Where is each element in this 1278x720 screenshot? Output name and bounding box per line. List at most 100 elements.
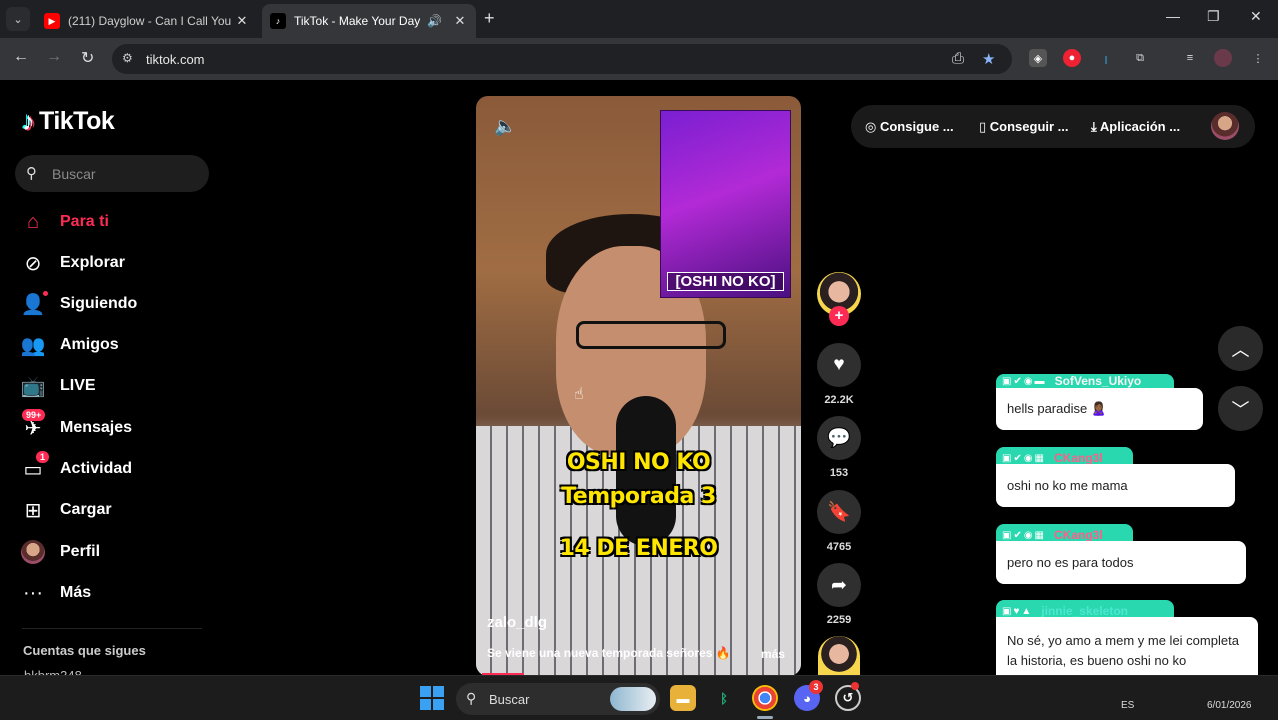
compass-icon: ⊘: [24, 252, 42, 275]
chat-username-tag: ▣✔◉▬ SofVens_Ukiyo: [996, 374, 1174, 388]
nav-item-actividad[interactable]: ▭ 1 Actividad: [20, 451, 133, 484]
nav-item-amigos[interactable]: 👥 Amigos: [20, 330, 119, 360]
tab-youtube[interactable]: ▶ (211) Dayglow - Can I Call You T ✕: [36, 4, 258, 38]
reload-icon[interactable]: ↻: [81, 48, 94, 68]
nav-label: Perfil: [60, 543, 101, 560]
browser-tab-strip: ⌄ ▶ (211) Dayglow - Can I Call You T ✕ ♪…: [0, 0, 1278, 38]
more-icon: ···: [23, 581, 43, 604]
avatar[interactable]: [1211, 112, 1239, 140]
tab-search-button[interactable]: ⌄: [6, 7, 30, 31]
share-count: 2259: [826, 614, 852, 626]
tiktok-logo[interactable]: ♪ TikTok: [22, 106, 115, 137]
nav-label: Amigos: [60, 336, 119, 353]
profile-avatar[interactable]: [1214, 49, 1232, 67]
extension-icon[interactable]: ꞁ: [1097, 49, 1115, 67]
video-caption: OSHI NO KO: [566, 450, 711, 475]
window-close-icon[interactable]: ✕: [1250, 8, 1262, 25]
speaker-icon[interactable]: 🔊: [427, 14, 442, 28]
video-author[interactable]: zalo_dlg: [487, 614, 547, 631]
search-highlight-image: [610, 687, 656, 711]
video-frame: [576, 321, 726, 349]
chat-message: oshi no ko me mama: [996, 464, 1235, 507]
nav-item-mas[interactable]: ··· Más: [20, 578, 91, 608]
like-button[interactable]: ♥: [817, 343, 861, 387]
save-button[interactable]: 🔖: [817, 490, 861, 534]
taskbar-search[interactable]: ⚲ Buscar: [456, 683, 660, 715]
site-info-icon[interactable]: ⚙: [122, 51, 133, 65]
nav-label: Siguiendo: [60, 295, 138, 312]
nav-item-perfil[interactable]: Perfil: [20, 537, 100, 567]
nav-item-cargar[interactable]: ⊞ Cargar: [20, 495, 112, 525]
activity-icon: ▭ 1: [20, 451, 50, 482]
nav-item-live[interactable]: 📺 LIVE: [20, 371, 96, 401]
taskbar-date[interactable]: 6/01/2026: [1207, 700, 1252, 711]
save-count: 4765: [826, 541, 852, 553]
share-button[interactable]: ➦: [817, 563, 861, 607]
message-badge: 99+: [22, 409, 46, 421]
forward-icon[interactable]: →: [46, 48, 62, 66]
next-video-button[interactable]: ﹀: [1218, 386, 1263, 431]
install-app-icon[interactable]: ⎙: [952, 50, 964, 67]
more-link[interactable]: más: [761, 647, 785, 661]
nav-item-siguiendo[interactable]: 👤 Siguiendo: [20, 289, 137, 319]
input-language[interactable]: ES: [1121, 700, 1134, 711]
get-app-button[interactable]: ▯ Conseguir ...: [979, 119, 1069, 135]
file-explorer-icon[interactable]: ▬: [670, 685, 696, 711]
search-input[interactable]: ⚲ Buscar: [15, 155, 209, 192]
back-icon[interactable]: ←: [13, 48, 29, 66]
previous-video-button[interactable]: ︿: [1218, 326, 1263, 371]
following-section-title: Cuentas que sigues: [23, 643, 146, 658]
video-description: Se viene una nueva temporada señores 🔥: [487, 646, 731, 660]
comment-count: 153: [829, 467, 849, 479]
chevron-down-icon: ﹀: [1231, 399, 1250, 420]
chat-badges-icon: ▣♥▲: [1002, 605, 1034, 617]
menu-kebab-icon[interactable]: ⋮: [1249, 49, 1267, 67]
notification-dot: [851, 682, 859, 690]
close-tab-icon[interactable]: ✕: [450, 13, 470, 29]
live-icon: 📺: [20, 375, 46, 398]
restore-icon[interactable]: ❐: [1207, 8, 1220, 25]
chat-badges-icon: ▣✔◉▦: [1002, 529, 1047, 541]
chat-username: CKang3l: [1054, 451, 1103, 465]
comment-button[interactable]: 💬: [817, 416, 861, 460]
chat-badges-icon: ▣✔◉▦: [1002, 452, 1047, 464]
share-icon: ➦: [831, 574, 847, 596]
extension-icon[interactable]: ●: [1063, 49, 1081, 67]
poster-title: [OSHI NO KO]: [667, 272, 784, 291]
notes-app-icon[interactable]: ᛒ: [711, 685, 737, 711]
nav-item-mensajes[interactable]: ✈ 99+ Mensajes: [20, 409, 133, 443]
heart-icon: ♥: [833, 354, 845, 375]
nav-label: Actividad: [60, 460, 133, 477]
nav-label: Mensajes: [60, 419, 133, 436]
home-icon: ⌂: [26, 210, 40, 233]
media-control-icon[interactable]: ≡: [1181, 49, 1199, 67]
bookmark-star-icon[interactable]: ★: [982, 50, 995, 68]
tab-tiktok[interactable]: ♪ TikTok - Make Your Day 🔊 ✕: [262, 4, 476, 38]
sound-disc-avatar[interactable]: [818, 636, 860, 676]
top-actions-bar: ◎ Consigue ... ▯ Conseguir ... ⤓ Aplicac…: [851, 105, 1255, 148]
button-label: Consigue ...: [879, 119, 954, 134]
button-label: Aplicación ...: [1099, 119, 1181, 134]
omnibox[interactable]: ⚙ tiktok.com ⎙ ★: [112, 44, 1012, 74]
windows-start-icon[interactable]: [420, 686, 444, 710]
nav-item-explorar[interactable]: ⊘ Explorar: [20, 248, 125, 278]
nav-label: LIVE: [60, 377, 96, 394]
puzzle-icon[interactable]: ⧉: [1131, 49, 1149, 67]
close-tab-icon[interactable]: ✕: [232, 13, 252, 29]
nav-item-para-ti[interactable]: ⌂ Para ti: [20, 207, 109, 237]
get-coins-button[interactable]: ◎ Consigue ...: [865, 119, 954, 135]
chrome-icon[interactable]: [752, 685, 778, 711]
chat-badges-icon: ▣✔◉▬: [1002, 375, 1047, 387]
nav-label: Explorar: [60, 254, 125, 271]
video-player[interactable]: [OSHI NO KO] 🔈 OSHI NO KO Temporada 3 14…: [476, 96, 801, 676]
search-icon: ⚲: [466, 690, 477, 706]
phone-icon: ▯: [979, 119, 987, 134]
minimize-icon[interactable]: —: [1166, 8, 1180, 24]
button-label: Conseguir ...: [989, 119, 1069, 134]
new-tab-button[interactable]: +: [484, 8, 495, 29]
follow-button[interactable]: +: [829, 306, 849, 326]
download-app-button[interactable]: ⤓ Aplicación ...: [1091, 119, 1180, 135]
volume-icon[interactable]: 🔈: [494, 116, 516, 137]
nav-label: Cargar: [60, 501, 112, 518]
extension-icon[interactable]: ◈: [1029, 49, 1047, 67]
